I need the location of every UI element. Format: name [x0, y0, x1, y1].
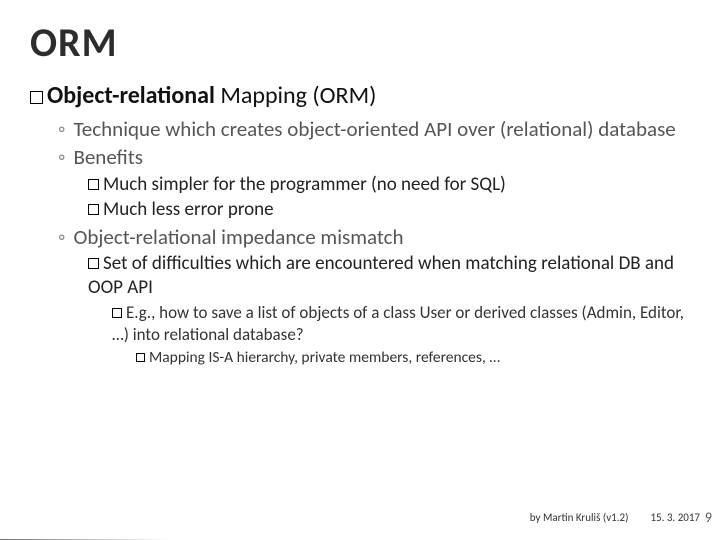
point-benefits: Benefits [58, 144, 690, 170]
benefit-less-error: Much less error prone [88, 198, 690, 222]
footer-date: 15. 3. 2017 [650, 511, 700, 524]
heading-strong: Object-relational [47, 81, 215, 110]
mismatch-mapping: Mapping IS-A hierarchy, private members,… [136, 348, 690, 368]
point-mismatch: Object-relational impedance mismatch [58, 224, 690, 250]
mismatch-example: E.g., how to save a list of objects of a… [112, 302, 690, 346]
slide-title: ORM [30, 18, 690, 67]
bullet-icon [112, 308, 122, 318]
heading-rest: Mapping (ORM) [215, 81, 377, 110]
bullet-icon [88, 204, 99, 215]
mismatch-desc: Set of difficulties which are encountere… [88, 252, 690, 300]
footer-author: by Martin Kruliš (v1.2) [530, 511, 629, 524]
benefit-simpler: Much simpler for the programmer (no need… [88, 173, 690, 197]
point-technique: Technique which creates object-oriented … [58, 116, 690, 142]
bullet-icon [30, 91, 43, 104]
footer: by Martin Kruliš (v1.2) 15. 3. 2017 [530, 511, 700, 524]
bullet-icon [88, 179, 99, 190]
bullet-icon [136, 353, 145, 362]
page-number: 9 [705, 509, 712, 526]
slide: ORM Object-relational Mapping (ORM) Tech… [0, 0, 720, 540]
heading-orm: Object-relational Mapping (ORM) [30, 81, 690, 110]
bullet-icon [88, 258, 99, 269]
